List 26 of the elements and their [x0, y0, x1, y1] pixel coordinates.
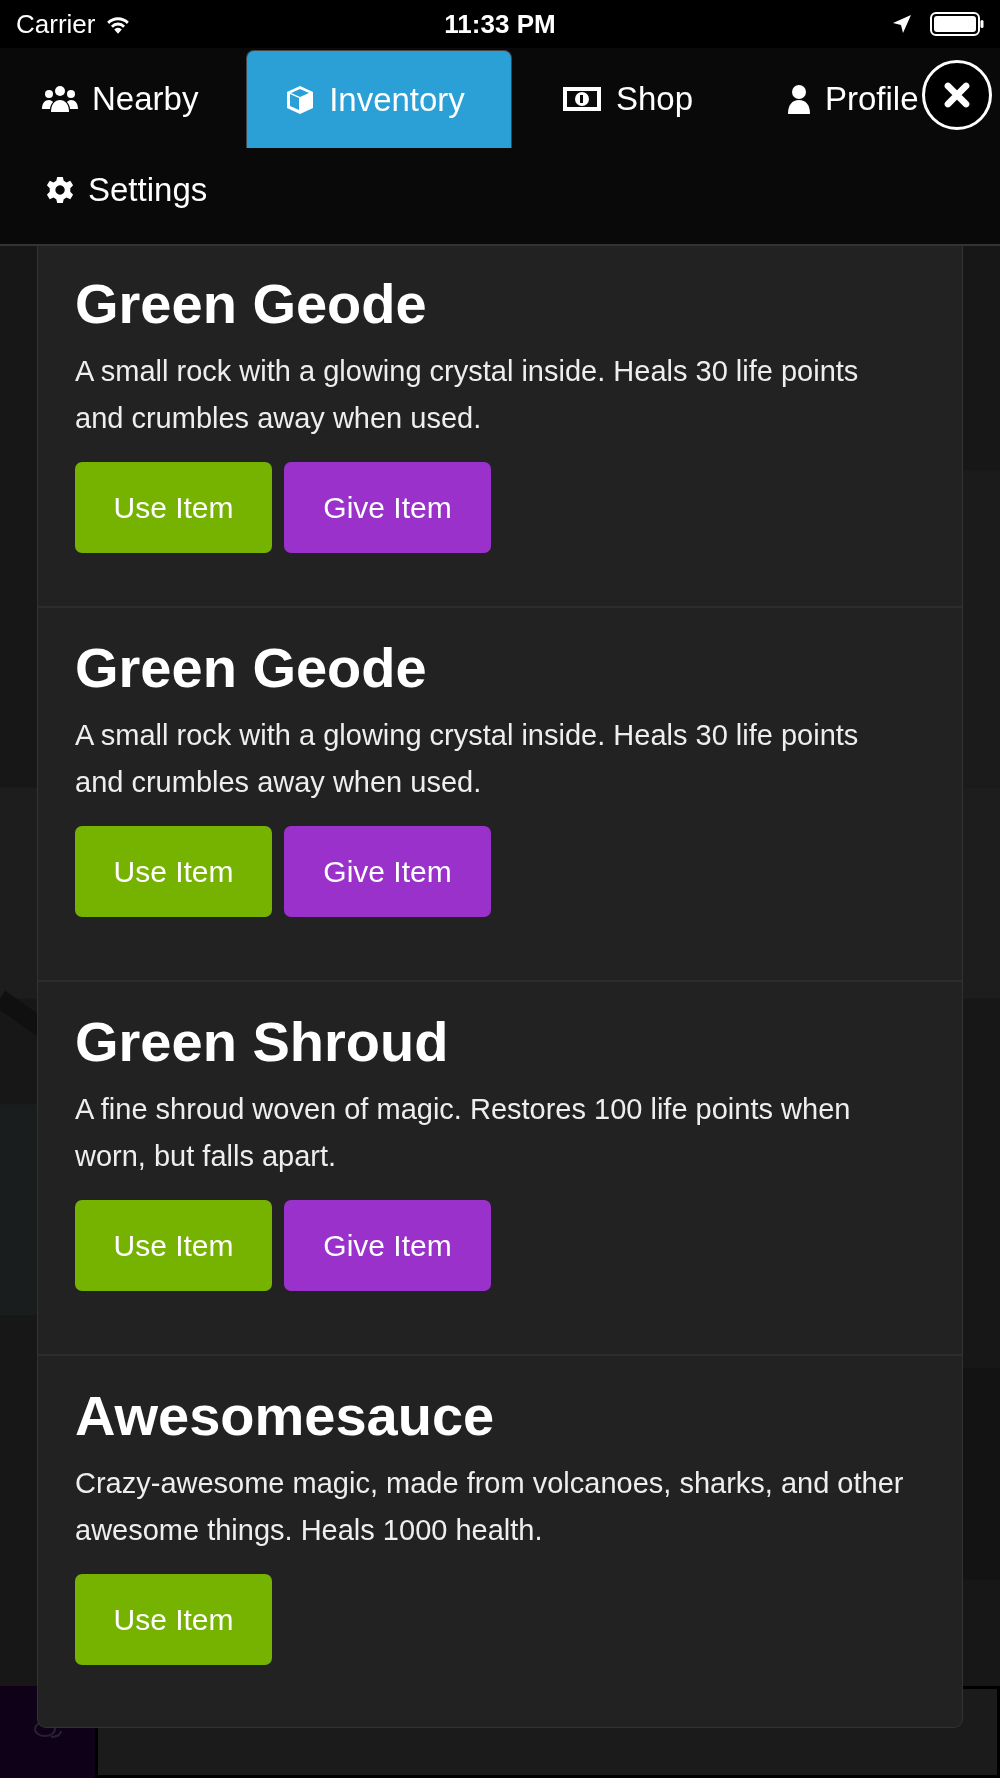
give-item-button[interactable]: Give Item	[284, 462, 491, 553]
item-description: Crazy-awesome magic, made from volcanoes, sharks, and other awesome things. Heals 1000 health.	[75, 1466, 905, 1548]
nav-tab[interactable]: Inventory	[246, 50, 512, 148]
cube-icon	[285, 84, 316, 115]
item-title: Green Geode	[75, 638, 428, 698]
item-description: A small rock with a glowing crystal inside. Heals 30 life points and crumbles away when used.	[75, 718, 860, 800]
nav-tab[interactable]: Nearby	[38, 50, 246, 148]
give-item-button[interactable]: Give Item	[284, 826, 491, 917]
item-title: Green Geode	[75, 274, 428, 334]
close-icon	[944, 82, 970, 108]
nav-tab[interactable]: Settings	[38, 150, 238, 230]
location-arrow-icon	[892, 14, 912, 34]
people-icon	[42, 85, 78, 113]
item-title: Awesomesauce	[75, 1386, 496, 1446]
person-icon	[787, 84, 811, 114]
item-title: Green Shroud	[75, 1012, 450, 1072]
nav-tab[interactable]: Shop	[512, 50, 738, 148]
item-description: A small rock with a glowing crystal inside. Heals 30 life points and crumbles away when used.	[75, 354, 860, 436]
item-description: A fine shroud woven of magic. Restores 100 life points when worn, but falls apart.	[75, 1092, 852, 1174]
gear-icon	[46, 176, 74, 204]
clock-time: 11:33 PM	[444, 8, 556, 40]
nav-tab[interactable]: Profile	[738, 50, 919, 148]
battery-icon	[930, 12, 984, 36]
carrier-name: Carrier	[16, 8, 96, 40]
banknote-icon	[562, 86, 602, 112]
give-item-button[interactable]: Give Item	[284, 1200, 491, 1291]
